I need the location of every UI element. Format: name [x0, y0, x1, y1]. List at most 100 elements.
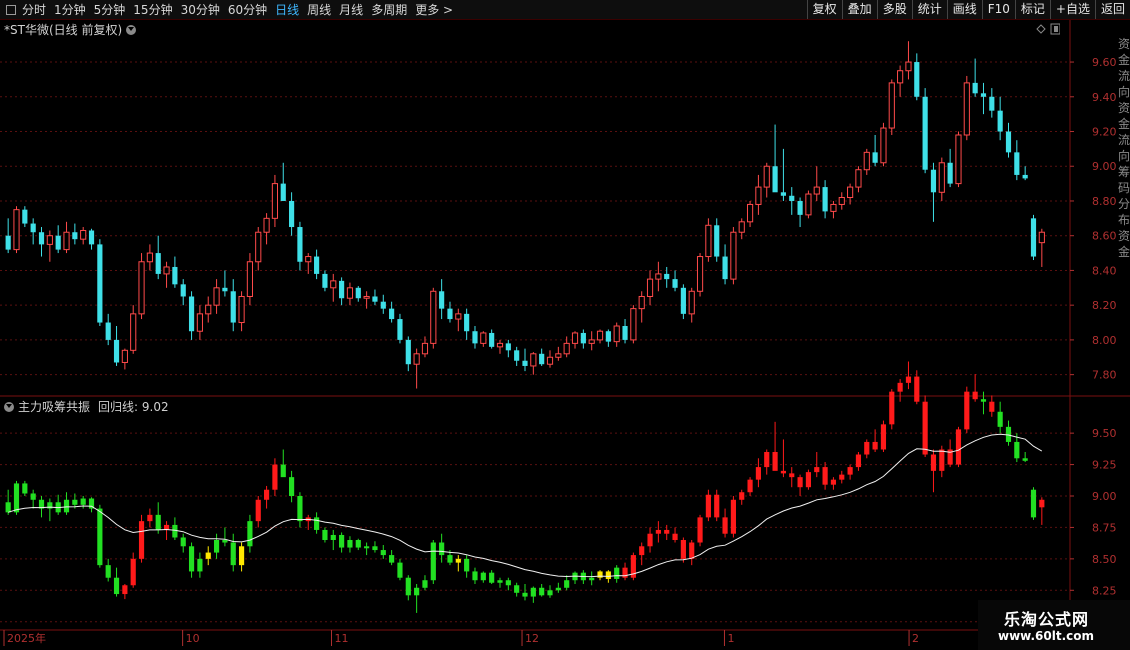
candle-body — [80, 229, 87, 240]
indicator-bar — [447, 555, 453, 563]
candle-body — [480, 332, 487, 344]
candle-body — [246, 261, 253, 297]
indicator-bar — [739, 492, 745, 500]
indicator-axis-label: 8.25 — [1092, 584, 1117, 597]
indicator-bar — [1039, 499, 1045, 508]
candle-body — [613, 325, 620, 343]
price-axis-label: 8.80 — [1092, 195, 1117, 208]
indicator-bar — [889, 391, 895, 425]
indicator-bar — [238, 546, 245, 566]
price-axis-label: 7.80 — [1092, 369, 1117, 382]
indicator-bar — [72, 499, 78, 505]
candle-body — [289, 200, 295, 228]
indicator-bar — [464, 558, 470, 572]
candle-body — [322, 273, 328, 288]
candle-body — [897, 70, 904, 84]
time-axis-label: 2 — [912, 632, 919, 645]
indicator-bar — [564, 580, 570, 588]
time-axis-label: 2025年 — [7, 631, 46, 645]
candle-body — [363, 295, 370, 299]
indicator-bar — [789, 473, 795, 478]
indicator-bar — [130, 558, 136, 586]
indicator-bar — [489, 572, 495, 583]
candle-body — [571, 332, 579, 344]
candle-body — [955, 134, 962, 185]
candle-body — [405, 339, 411, 365]
indicator-bar — [797, 477, 803, 488]
watermark-title: 乐淘公式网 — [1004, 610, 1090, 629]
indicator-bar — [13, 483, 20, 513]
indicator-bar — [422, 580, 428, 588]
candle-body — [180, 284, 186, 297]
candle-body — [430, 290, 437, 344]
indicator-bar — [914, 376, 920, 402]
candle-body — [372, 296, 378, 302]
candle-body — [1030, 218, 1037, 257]
indicator-bar — [639, 546, 645, 556]
candle-body — [1022, 174, 1028, 179]
indicator-bar — [655, 529, 661, 534]
indicator-bar — [922, 401, 928, 455]
candle-body — [914, 62, 920, 97]
candle-body — [738, 221, 745, 233]
candle-body — [680, 287, 686, 314]
indicator-bar — [414, 587, 420, 596]
candle-body — [963, 82, 970, 136]
indicator-bar — [272, 464, 278, 490]
candle-body — [514, 350, 520, 361]
indicator-bar — [830, 479, 837, 485]
candle-body — [780, 192, 787, 196]
candle-body — [672, 279, 678, 288]
indicator-bar — [280, 464, 286, 478]
candle-body — [880, 127, 887, 164]
candle-body — [822, 187, 828, 212]
candle-body — [496, 342, 504, 348]
candle-body — [1038, 231, 1045, 244]
candle-body — [55, 235, 61, 250]
chart-canvas[interactable]: 9.60 9.40 9.20 9.00 8.80 8.60 8.40 8.20 8.00 7.80… — [0, 0, 1130, 650]
candle-body — [46, 235, 53, 245]
indicator-bar — [1014, 441, 1020, 459]
candle-body — [980, 93, 987, 97]
candle-body — [63, 231, 70, 251]
candle-body — [1014, 152, 1020, 175]
indicator-bar — [1022, 458, 1028, 461]
indicator-bar — [247, 521, 253, 547]
indicator-bar — [380, 550, 386, 556]
price-axis-label: 8.40 — [1092, 264, 1117, 277]
indicator-bar — [322, 529, 328, 540]
candle-body — [297, 227, 303, 262]
regression-line — [8, 433, 1043, 578]
candle-body — [605, 331, 611, 342]
indicator-bar — [205, 552, 211, 559]
indicator-axis-label: 8.50 — [1092, 553, 1117, 566]
candle-body — [389, 308, 395, 320]
indicator-bar — [822, 467, 828, 485]
candle-body — [213, 287, 220, 306]
candle-body — [439, 291, 445, 309]
candle-body — [555, 353, 562, 358]
candle-body — [130, 313, 137, 351]
candle-body — [5, 235, 11, 250]
price-axis-label: 9.40 — [1092, 91, 1117, 104]
candle-body — [238, 295, 245, 324]
candle-body — [630, 308, 637, 341]
candle-body — [855, 169, 862, 188]
candle-body — [789, 195, 795, 201]
indicator-bar — [355, 540, 361, 548]
indicator-bar — [263, 489, 270, 500]
candle-body — [830, 203, 837, 212]
indicator-bar — [339, 534, 345, 548]
candle-body — [280, 183, 286, 201]
indicator-bar — [939, 449, 945, 471]
price-axis-label: 8.00 — [1092, 334, 1117, 347]
candle-body — [530, 353, 537, 367]
indicator-bar — [680, 540, 686, 559]
watermark: 乐淘公式网 www.60lt.com — [978, 600, 1130, 650]
candle-body — [464, 313, 470, 332]
indicator-bar — [872, 441, 878, 450]
candle-body — [230, 291, 236, 323]
indicator-bar — [955, 429, 962, 465]
indicator-bar — [780, 470, 787, 474]
price-axis-label: 8.60 — [1092, 230, 1117, 243]
